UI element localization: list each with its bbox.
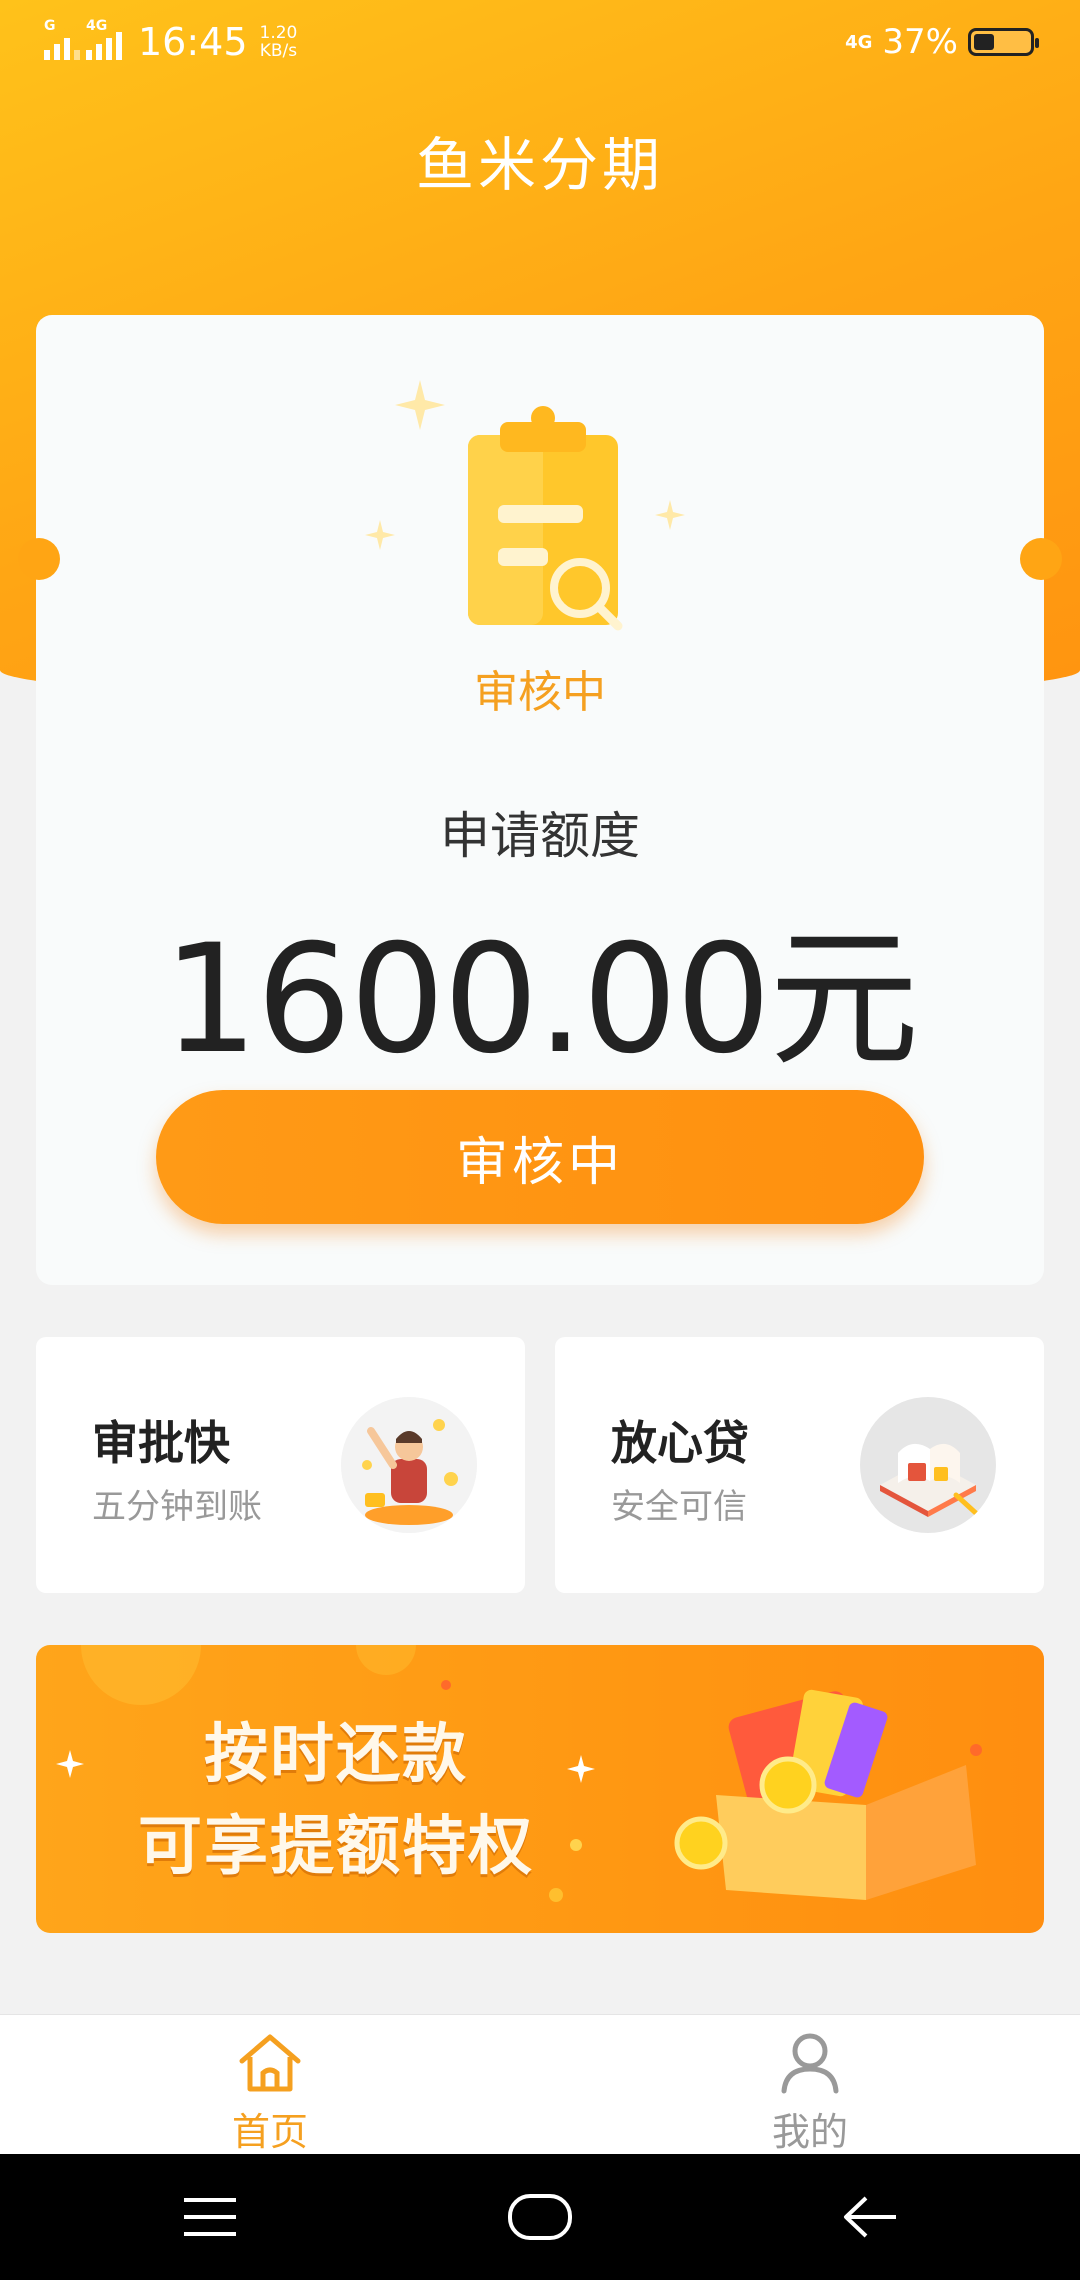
promo-line-1: 按时还款 [204, 1718, 468, 1792]
tab-home[interactable]: 首页 [170, 2029, 370, 2156]
battery-level [974, 34, 994, 50]
battery-percent: 37% [882, 22, 958, 62]
home-button-icon[interactable] [506, 2190, 574, 2244]
card-notch-left [18, 538, 60, 580]
feature-card-secure-loan[interactable]: 放心贷 安全可信 [555, 1337, 1044, 1593]
page-title: 鱼米分期 [415, 131, 664, 199]
mobile-data-icon: 4G [845, 31, 873, 53]
system-navigation-bar [0, 2154, 1080, 2280]
feature-subtitle: 安全可信 [611, 1487, 747, 1527]
network-speed: 1.20 KB/s [260, 24, 298, 60]
home-icon [239, 2034, 301, 2092]
clock: 16:45 [138, 20, 248, 64]
feature-title: 审批快 [92, 1416, 230, 1470]
network-speed-value: 1.20 [259, 23, 298, 43]
feature-card-fast-approval[interactable]: 审批快 五分钟到账 [36, 1337, 525, 1593]
status-bar-right: 4G 37% [845, 22, 1039, 62]
open-book-icon [860, 1397, 996, 1533]
clipboard-review-icon [365, 380, 685, 631]
signal-strength-icon: G [44, 18, 80, 60]
review-status-label: 审核中 [474, 667, 606, 718]
back-icon[interactable] [840, 2192, 900, 2242]
tab-mine-label: 我的 [771, 2110, 848, 2154]
bottom-nav: 首页 我的 [0, 2014, 1080, 2155]
promo-line-2: 可享提额特权 [138, 1810, 534, 1884]
status-bar-left: G 4G 16:45 1.20 KB/s [44, 18, 298, 64]
feature-title: 放心贷 [611, 1416, 749, 1470]
feature-subtitle: 五分钟到账 [92, 1487, 262, 1527]
tab-mine[interactable]: 我的 [710, 2029, 910, 2156]
menu-icon[interactable] [180, 2192, 240, 2242]
amount-label: 申请额度 [440, 807, 640, 865]
promo-banner[interactable]: 按时还款 可享提额特权 [36, 1645, 1044, 1933]
battery-icon [968, 28, 1039, 56]
celebrating-person-icon [341, 1397, 477, 1533]
signal-strength-icon: 4G [86, 18, 122, 60]
status-bar: G 4G 16:45 1.20 KB/s 4G 37% [0, 0, 1080, 84]
amount-value: 1600.00元 [162, 913, 919, 1087]
user-icon [781, 2033, 839, 2094]
network-speed-unit: KB/s [259, 41, 298, 61]
network-type-label: G [44, 18, 56, 34]
review-status-button[interactable]: 审核中 [156, 1090, 924, 1224]
network-type-label: 4G [86, 18, 108, 34]
tab-home-label: 首页 [231, 2110, 308, 2154]
card-notch-right [1020, 538, 1062, 580]
